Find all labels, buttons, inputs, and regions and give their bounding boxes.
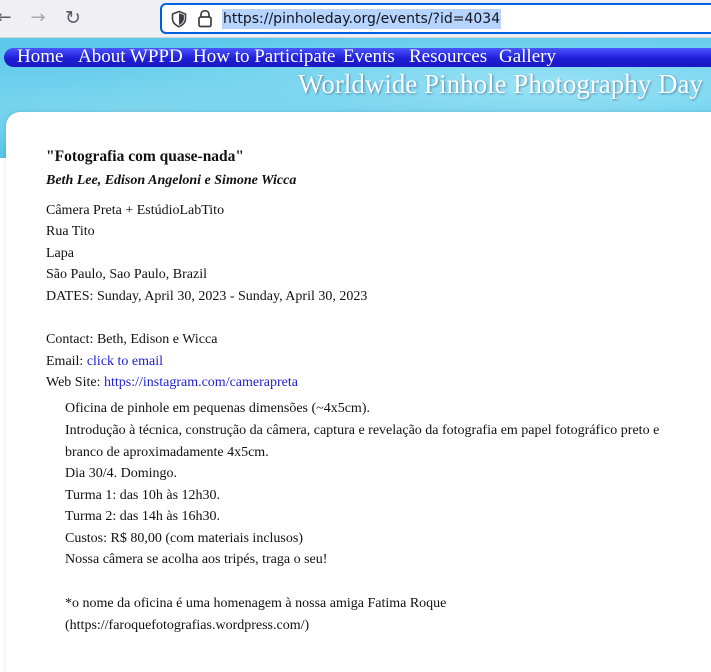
description-line: branco de aproximadamente 4x5cm. — [65, 445, 269, 460]
description-line: (https://faroquefotografias.wordpress.co… — [65, 618, 310, 633]
description-line: Dia 30/4. Domingo. — [65, 466, 177, 481]
description-line: *o nome da oficina é uma homenagem à nos… — [65, 596, 447, 611]
contact-row: Contact: Beth, Edison e Wicca — [46, 331, 217, 349]
nav-gallery[interactable]: Gallery — [499, 46, 556, 68]
nav-how-to-participate[interactable]: How to Participate — [193, 46, 335, 68]
email-label: Email: — [46, 354, 84, 369]
description-line: Nossa câmera se acolha aos tripés, traga… — [65, 552, 328, 567]
nav-events[interactable]: Events — [343, 46, 395, 68]
address-line: Câmera Preta + EstúdioLabTito — [46, 203, 225, 218]
email-row: Email: click to email — [46, 353, 163, 371]
nav-home[interactable]: Home — [17, 46, 63, 68]
url-text[interactable]: https://pinholeday.org/events/?id=4034 — [222, 9, 502, 29]
browser-toolbar: ← → ↻ https://pinholeday.org/events/?id=… — [0, 0, 711, 38]
content-area: "Fotografia com quase-nada" Beth Lee, Ed… — [6, 112, 711, 672]
event-title: "Fotografia com quase-nada" — [46, 148, 245, 165]
description-line: Custos: R$ 80,00 (com materiais inclusos… — [65, 531, 303, 546]
description-line: Turma 1: das 10h às 12h30. — [65, 488, 221, 503]
contact-label: Contact: — [46, 332, 94, 347]
nav-about[interactable]: About WPPD — [78, 46, 183, 68]
site-title: Worldwide Pinhole Photography Day — [298, 69, 704, 99]
contact-value: Beth, Edison e Wicca — [96, 332, 218, 347]
description-line: Oficina de pinhole em pequenas dimensões… — [65, 401, 370, 416]
email-link[interactable]: click to email — [87, 354, 163, 369]
shield-icon[interactable] — [170, 10, 188, 28]
main-nav: Home About WPPD How to Participate Event… — [4, 46, 711, 68]
address-bar[interactable]: https://pinholeday.org/events/?id=4034 — [160, 3, 711, 34]
address-line: Rua Tito — [46, 224, 95, 239]
nav-resources[interactable]: Resources — [409, 46, 487, 68]
event-dates: DATES: Sunday, April 30, 2023 - Sunday, … — [46, 289, 368, 304]
event-authors: Beth Lee, Edison Angeloni e Simone Wicca — [46, 173, 297, 188]
forward-arrow-icon[interactable]: → — [28, 8, 48, 28]
lock-icon[interactable] — [196, 9, 214, 28]
website-link[interactable]: https://instagram.com/camerapreta — [104, 375, 298, 390]
address-line: Lapa — [46, 246, 74, 261]
description-line: Turma 2: das 14h às 16h30. — [65, 509, 221, 524]
address-line: São Paulo, Sao Paulo, Brazil — [46, 267, 207, 282]
website-label: Web Site: — [46, 375, 101, 390]
website-row: Web Site: https://instagram.com/camerapr… — [46, 374, 298, 392]
description-line: Introdução à técnica, construção da câme… — [65, 423, 660, 438]
reload-icon[interactable]: ↻ — [63, 8, 83, 28]
back-arrow-icon[interactable]: ← — [0, 8, 14, 28]
